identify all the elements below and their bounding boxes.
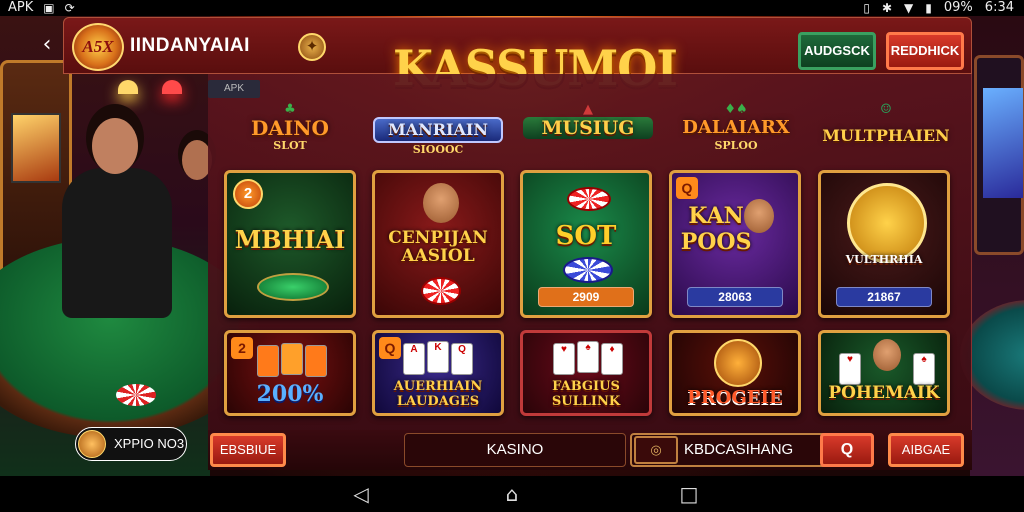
tile-price: 28063 (687, 287, 783, 307)
chips-icon (563, 257, 613, 283)
game-tile[interactable]: PROGEIE (669, 330, 801, 416)
user-name: XPPIO NO3 (114, 436, 185, 451)
chips-icon (567, 187, 611, 211)
bluetooth-icon: ✱ (881, 0, 893, 15)
character-image (423, 183, 459, 223)
tile-label: CENPIJAN AASIOL (388, 228, 488, 266)
tile-label: VULTHRHIA (845, 253, 923, 266)
tile-badge: Q (379, 337, 401, 359)
search-button[interactable]: Q (820, 433, 874, 467)
tile-badge: 2 (233, 179, 263, 209)
game-tile[interactable]: SOT 2909 (520, 170, 652, 318)
game-tile[interactable]: Q KAN POOS 28063 (669, 170, 801, 318)
banner-icon: ▲ (583, 102, 593, 117)
game-tile[interactable]: 2 200% (224, 330, 356, 416)
category-sub: SPLOO (714, 139, 758, 152)
game-tile[interactable]: VULTHRHIA 21867 (818, 170, 950, 318)
nav-back-icon[interactable]: ◁ (348, 482, 374, 506)
arcade-machine-right-image (974, 55, 1024, 255)
category-label: MULTPHAIEN (822, 126, 950, 145)
cards-icon: ♦♠ (724, 102, 748, 117)
tile-label: POHEMAIK (828, 383, 940, 403)
category-dalaiarx[interactable]: ♦♠ DALAIARX SPLOO (671, 103, 801, 163)
category-sub: SLOT (273, 139, 307, 152)
battery-icon: ▮ (925, 0, 932, 15)
coin-icon[interactable]: ✦ (298, 33, 326, 61)
avatar (78, 430, 106, 458)
game-tile[interactable]: ♥ ♠ POHEMAIK (818, 330, 950, 416)
status-app-label: APK (8, 0, 34, 15)
category-sub: SIOOOC (412, 143, 464, 156)
wifi-icon: ▼ (904, 0, 914, 15)
screen: APK ▣ ⟳ ▯ ✱ ▼ ▮ 09% 6:34 ‹ A5X IINDANYAI… (0, 0, 1024, 512)
vibrate-icon: ▯ (863, 0, 870, 15)
category-label: MANRIAIN (373, 117, 503, 143)
table-image (257, 273, 329, 301)
category-label: DALAIARX (682, 117, 790, 138)
game-tile[interactable]: ♥ ♠ ♦ FABGIUS SULLINK (520, 330, 652, 416)
tile-label: FABGIUS SULLINK (551, 379, 621, 409)
green-top-button[interactable]: AUDGSCK (798, 32, 876, 70)
category-label: DAINO (251, 116, 329, 140)
navigation-bar: ◁ ⌂ □ (0, 476, 1024, 512)
tile-label: AUERHIAIN LAUDAGES (393, 379, 483, 409)
category-label: MUSIUG (523, 117, 653, 139)
app-logo[interactable]: A5X (72, 23, 124, 71)
tile-badge: 2 (231, 337, 253, 359)
tile-price: 2909 (538, 287, 634, 307)
clock: 6:34 (984, 0, 1014, 15)
settings-icon[interactable]: ◎ (634, 436, 678, 464)
category-multphaien[interactable]: ☺ MULTPHAIEN (821, 103, 951, 163)
sync-icon: ⟳ (64, 0, 75, 15)
tile-label: MBHIAI (234, 225, 346, 254)
chips-icon (421, 277, 461, 305)
app-panel: A5X IINDANYAIAI ✦ AUDGSCK REDDHICK KASSU… (63, 17, 972, 470)
tile-label: KAN POOS (680, 203, 752, 255)
game-tile[interactable]: 2 MBHIAI (224, 170, 356, 318)
back-icon[interactable]: ‹ (35, 33, 59, 57)
casino-tab[interactable]: KASINO (404, 433, 626, 467)
character-image (873, 339, 901, 371)
leaf-icon: ♣ (284, 102, 296, 117)
nav-home-icon[interactable]: ⌂ (499, 482, 525, 506)
tile-label: 200% (256, 381, 324, 407)
game-tile[interactable]: CENPIJAN AASIOL (372, 170, 504, 318)
tile-label: SOT (555, 221, 617, 251)
app-title: IINDANYAIAI (130, 35, 250, 56)
cast-icon: ▣ (43, 0, 55, 15)
red-top-button[interactable]: REDDHICK (886, 32, 964, 70)
app-badge-icon: APK (208, 80, 260, 98)
tile-badge: Q (676, 177, 698, 199)
bottom-bar: EBSBIUE KASINO ◎ KBDCASIHANG Q AIBGAE (208, 430, 972, 470)
game-tile[interactable]: Q A K Q AUERHIAIN LAUDAGES (372, 330, 504, 416)
character-icon: ☺ (880, 102, 892, 117)
left-bottom-button[interactable]: EBSBIUE (210, 433, 286, 467)
user-pill[interactable]: XPPIO NO3 (75, 427, 187, 461)
gold-emblem-icon (847, 183, 927, 263)
category-musiug[interactable]: ▲ MUSIUG (523, 103, 653, 163)
battery-percent: 09% (943, 0, 973, 15)
tile-label: PROGEIE (687, 387, 783, 408)
right-bottom-button[interactable]: AIBGAE (888, 433, 964, 467)
nav-recents-icon[interactable]: □ (676, 482, 702, 506)
status-bar: APK ▣ ⟳ ▯ ✱ ▼ ▮ 09% 6:34 (0, 0, 1024, 16)
category-manriain[interactable]: MANRIAIN SIOOOC (373, 103, 503, 163)
category-daino[interactable]: ♣ DAINO SLOT (225, 103, 355, 163)
tile-price: 21867 (836, 287, 932, 307)
character-frame-icon (714, 339, 762, 387)
